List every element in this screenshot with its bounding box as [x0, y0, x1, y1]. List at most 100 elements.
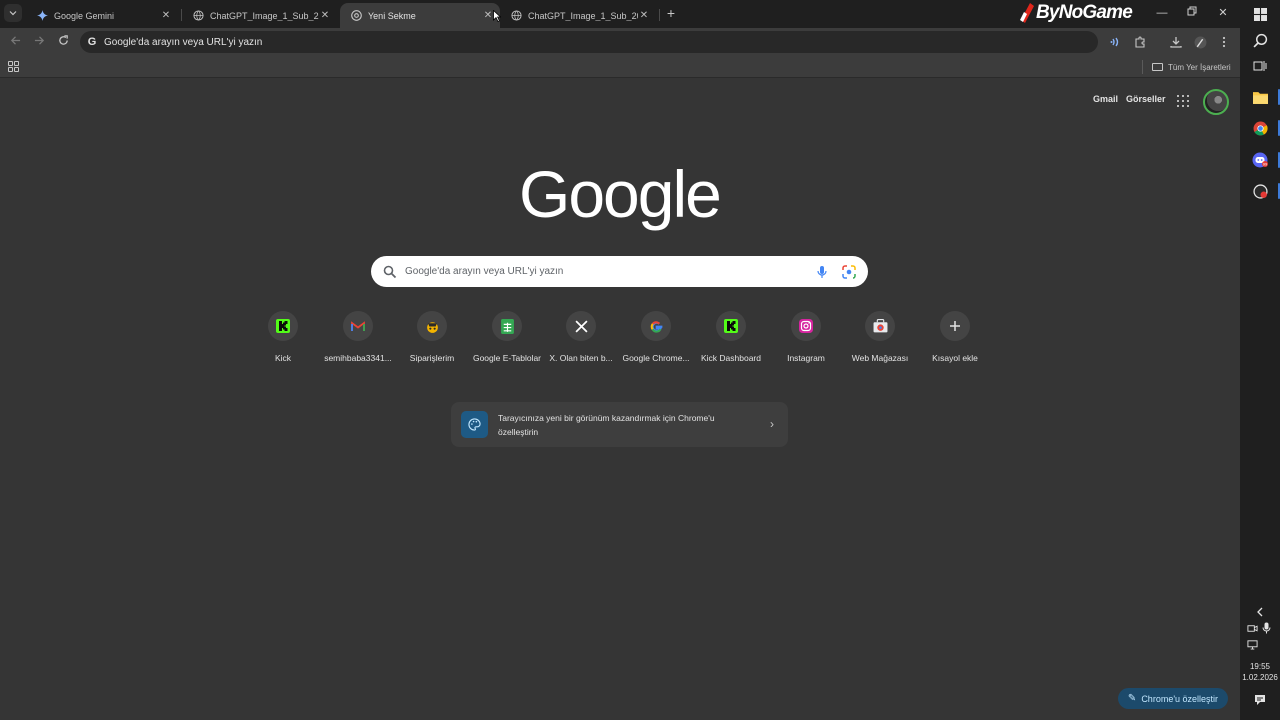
shortcut-label: Siparişlerim [409, 353, 455, 363]
tab-search-button[interactable] [4, 4, 22, 22]
profile-avatar-icon [1194, 36, 1206, 48]
customize-chrome-card[interactable]: Tarayıcınıza yeni bir görünüm kazandırma… [451, 402, 788, 447]
downloads-button[interactable] [1169, 35, 1183, 49]
customize-card-text: Tarayıcınıza yeni bir görünüm kazandırma… [498, 413, 715, 437]
minimize-button[interactable]: — [1155, 6, 1169, 20]
search-placeholder: Google'da arayın veya URL'yi yazın [405, 266, 564, 277]
google-apps-icon[interactable] [1177, 95, 1189, 107]
chevron-right-icon: › [770, 417, 774, 431]
more-vertical-icon [1222, 36, 1226, 48]
tab-chatgpt-image-2[interactable]: ChatGPT_Image_1_Sub_2026_15 ✕ [500, 3, 656, 28]
globe-icon [192, 10, 204, 22]
browser-toolbar: G Google'da arayın veya URL'yi yazın [0, 28, 1240, 56]
images-link[interactable]: Görseller [1126, 94, 1166, 110]
shortcut-add[interactable]: Kısayol ekle [915, 311, 995, 371]
task-view-icon[interactable] [1252, 58, 1268, 74]
gemini-icon [36, 10, 48, 22]
restore-button[interactable] [1185, 6, 1199, 20]
kick-icon [276, 319, 290, 333]
instagram-icon [799, 319, 813, 333]
windows-taskbar: 99 19:55 1.02.2026 [1240, 0, 1280, 720]
clock-date: 1.02.2026 [1242, 673, 1278, 682]
tab-google-gemini[interactable]: Google Gemini ✕ [26, 3, 178, 28]
shortcut-label: X. Olan biten b... [549, 353, 613, 363]
shortcut-label: Instagram [787, 353, 825, 363]
close-tab-icon[interactable]: ✕ [319, 10, 331, 21]
chrome-taskbar-icon[interactable] [1252, 120, 1268, 136]
reload-button[interactable] [56, 35, 70, 49]
chevron-left-icon[interactable] [1252, 604, 1268, 620]
kick-icon [724, 319, 738, 333]
discord-icon[interactable]: 99 [1252, 152, 1268, 168]
voice-search-icon[interactable] [816, 265, 828, 279]
shortcut-x[interactable]: X. Olan biten b... [541, 311, 621, 371]
shortcut-instagram[interactable]: Instagram [766, 311, 846, 371]
shortcut-label: semihbaba3341... [324, 353, 392, 363]
tab-chatgpt-image-1[interactable]: ChatGPT_Image_1_Sub_2026_15 ✕ [182, 3, 337, 28]
search-icon[interactable] [1252, 32, 1268, 48]
shortcut-kick-dashboard[interactable]: Kick Dashboard [691, 311, 771, 371]
profile-button[interactable] [1193, 35, 1207, 49]
shortcut-gmail[interactable]: semihbaba3341... [318, 311, 398, 371]
google-icon [650, 320, 662, 333]
clock-time: 19:55 [1249, 662, 1271, 671]
folder-icon [1152, 63, 1163, 71]
close-tab-icon[interactable]: ✕ [160, 10, 172, 21]
shortcut-label: Web Mağazası [851, 353, 909, 363]
menu-button[interactable] [1217, 35, 1231, 49]
download-icon [1170, 37, 1182, 48]
x-icon [574, 319, 588, 333]
google-g-icon: G [87, 36, 97, 48]
new-tab-button[interactable]: + [664, 6, 678, 20]
chrome-icon [350, 10, 362, 22]
forward-button[interactable] [32, 35, 46, 49]
close-tab-icon[interactable]: ✕ [638, 10, 650, 21]
account-avatar[interactable] [1203, 89, 1229, 115]
chevron-down-icon [9, 11, 17, 16]
apps-shortcut-icon[interactable] [8, 61, 19, 72]
microphone-icon[interactable] [1258, 620, 1274, 636]
shortcut-google-chrome[interactable]: Google Chrome... [616, 311, 696, 371]
tab-strip: Google Gemini ✕ ChatGPT_Image_1_Sub_2026… [0, 0, 1240, 28]
search-box[interactable]: Google'da arayın veya URL'yi yazın [371, 256, 868, 287]
shortcut-label: Kick [274, 353, 292, 363]
arrow-left-icon [10, 36, 20, 45]
webstore-icon [873, 319, 887, 333]
notification-center-icon[interactable] [1252, 692, 1268, 708]
sheets-icon [500, 318, 514, 334]
gmail-link[interactable]: Gmail [1093, 94, 1118, 110]
file-explorer-icon[interactable] [1252, 89, 1268, 105]
shortcut-sheets[interactable]: Google E-Tablolar [467, 311, 547, 371]
restore-icon [1187, 6, 1197, 16]
watermark-text: ByNoGame [1036, 2, 1133, 23]
windows-start-icon[interactable] [1252, 6, 1268, 22]
display-tray-icon[interactable] [1244, 636, 1260, 652]
shortcut-kick[interactable]: Kick [243, 311, 323, 371]
puzzle-icon [1135, 36, 1145, 48]
record-app-icon[interactable] [1252, 183, 1268, 199]
sound-waves-icon [1110, 37, 1119, 47]
shortcut-label: Kısayol ekle [932, 353, 978, 363]
taskbar-clock[interactable]: 19:55 1.02.2026 [1240, 661, 1280, 683]
customize-button-label: Chrome'u özelleştir [1141, 693, 1219, 704]
reload-icon [58, 35, 68, 45]
all-bookmarks-button[interactable]: Tüm Yer İşaretleri [1152, 60, 1231, 74]
back-button[interactable] [8, 35, 22, 49]
orders-icon [426, 321, 438, 333]
google-logo: Google [519, 157, 722, 231]
tab-title: ChatGPT_Image_1_Sub_2026_15 [528, 10, 638, 21]
tab-yeni-sekme[interactable]: Yeni Sekme ✕ [340, 3, 500, 28]
shortcut-web-store[interactable]: Web Mağazası [840, 311, 920, 371]
close-window-button[interactable]: ✕ [1216, 6, 1230, 20]
customize-chrome-button[interactable]: ✎ Chrome'u özelleştir [1118, 688, 1228, 709]
address-bar[interactable]: G Google'da arayın veya URL'yi yazın [80, 31, 1098, 53]
google-lens-icon[interactable] [842, 264, 856, 279]
globe-icon [510, 10, 522, 22]
shortcut-orders[interactable]: Siparişlerim [392, 311, 472, 371]
shortcut-label: Kick Dashboard [700, 353, 761, 363]
shortcut-label: Google Chrome... [622, 353, 690, 363]
read-aloud-button[interactable] [1109, 35, 1123, 49]
extensions-button[interactable] [1133, 35, 1147, 49]
bynogame-watermark: ByNoGame [1018, 1, 1133, 25]
plus-icon [950, 321, 960, 331]
